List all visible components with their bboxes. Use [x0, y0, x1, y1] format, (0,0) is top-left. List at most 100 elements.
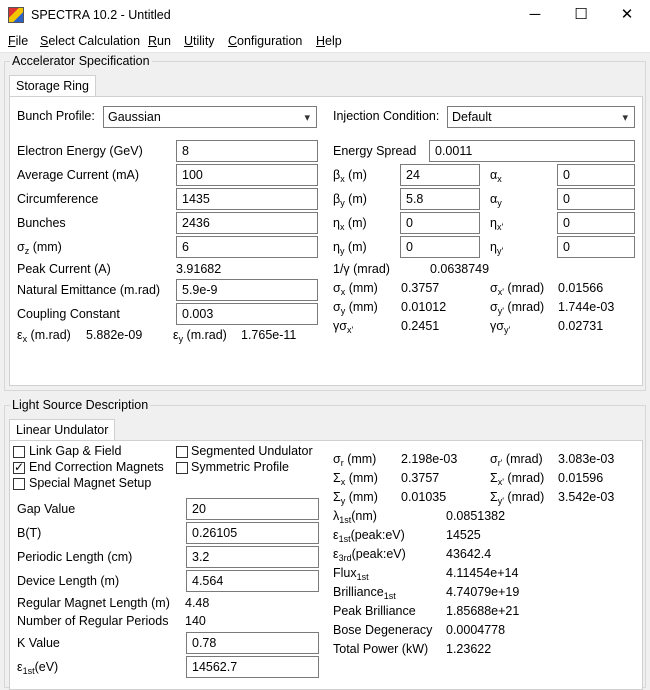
emittance-input[interactable]: 5.9e-9	[176, 279, 318, 301]
regular-periods-value: 140	[185, 614, 206, 628]
k-value-input[interactable]: 0.78	[186, 632, 319, 654]
special-magnet-label: Special Magnet Setup	[29, 476, 152, 490]
e3rd-peak-value: 43642.4	[446, 547, 492, 561]
symmetric-checkbox[interactable]	[176, 462, 188, 474]
gamma-sigma-x-label: γσx'	[333, 319, 354, 335]
link-gap-checkbox[interactable]	[13, 446, 25, 458]
gamma-sigma-x-value: 0.2451	[401, 319, 440, 333]
regular-magnet-label: Regular Magnet Length (m)	[17, 596, 170, 610]
sigma-y-label: σy (mm)	[333, 300, 378, 316]
symmetric-label: Symmetric Profile	[191, 460, 289, 474]
regular-magnet-value: 4.48	[185, 596, 210, 610]
menu-utility[interactable]: Utility	[184, 34, 215, 48]
eta-x-label: ηx (m)	[333, 216, 367, 232]
energy-spread-input[interactable]: 0.0011	[429, 140, 635, 162]
energy-label: Electron Energy (GeV)	[17, 144, 143, 158]
menu-select-calculation[interactable]: Select Calculation	[40, 34, 140, 48]
coupling-label: Coupling Constant	[17, 307, 120, 321]
storage-ring-panel: Bunch Profile: Gaussian ▾ Injection Cond…	[9, 96, 643, 386]
lambda-value: 0.0851382	[446, 509, 506, 523]
flux-value: 4.11454e+14	[446, 566, 519, 580]
lambda-label: λ1st(nm)	[333, 509, 377, 525]
sigma-x-prime-value: 0.01566	[558, 281, 604, 295]
linear-undulator-panel: Link Gap & Field ✓ End Correction Magnet…	[9, 440, 643, 690]
sigma-z-label: σz (mm)	[17, 240, 62, 256]
gamma-sigma-y-label: γσy'	[490, 319, 511, 335]
current-input[interactable]: 100	[176, 164, 318, 186]
segmented-checkbox[interactable]	[176, 446, 188, 458]
checkmark-icon: ✓	[14, 460, 25, 474]
energy-spread-label: Energy Spread	[333, 144, 417, 158]
inv-gamma-value: 0.0638749	[430, 262, 490, 276]
total-power-value: 1.23622	[446, 642, 492, 656]
menu-configuration[interactable]: Configuration	[228, 34, 302, 48]
eta-x-input[interactable]: 0	[400, 212, 480, 234]
device-length-label: Device Length (m)	[17, 574, 120, 588]
eta-y-input[interactable]: 0	[400, 236, 480, 258]
b-field-label: B(T)	[17, 526, 42, 540]
b-field-input[interactable]: 0.26105	[186, 522, 319, 544]
big-sigma-x-label: Σx (mm)	[333, 471, 378, 487]
sigma-r-value: 2.198e-03	[401, 452, 458, 466]
e1st-peak-value: 14525	[446, 528, 481, 542]
brilliance-label: Brilliance1st	[333, 585, 396, 601]
sigma-z-input[interactable]: 6	[176, 236, 318, 258]
eta-x-prime-input[interactable]: 0	[557, 212, 635, 234]
bose-label: Bose Degeneracy	[333, 623, 433, 637]
tab-storage-ring[interactable]: Storage Ring	[9, 75, 96, 97]
maximize-button[interactable]: ☐	[558, 0, 604, 32]
device-length-input[interactable]: 4.564	[186, 570, 319, 592]
beta-y-input[interactable]: 5.8	[400, 188, 480, 210]
window-title: SPECTRA 10.2 - Untitled	[31, 8, 171, 22]
bunch-profile-label: Bunch Profile:	[17, 109, 95, 123]
bose-value: 0.0004778	[446, 623, 506, 637]
menu-run[interactable]: Run	[148, 34, 171, 48]
alpha-y-label: αy	[490, 192, 502, 208]
gap-input[interactable]: 20	[186, 498, 319, 520]
emittance-x-value: 5.882e-09	[86, 328, 143, 342]
injection-select[interactable]: Default ▾	[447, 106, 635, 128]
emittance-label: Natural Emittance (m.rad)	[17, 283, 161, 297]
e1st-label: ε1st(eV)	[17, 660, 59, 676]
coupling-input[interactable]: 0.003	[176, 303, 318, 325]
eta-y-prime-label: ηy'	[490, 240, 504, 256]
sigma-r-label: σr (mm)	[333, 452, 377, 468]
current-label: Average Current (mA)	[17, 168, 140, 182]
e1st-input[interactable]: 14562.7	[186, 656, 319, 678]
emittance-y-label: εy (m.rad)	[173, 328, 227, 344]
special-magnet-checkbox[interactable]	[13, 478, 25, 490]
app-icon	[8, 7, 24, 23]
end-correction-checkbox[interactable]: ✓	[13, 460, 25, 474]
chevron-down-icon: ▾	[304, 112, 310, 124]
injection-label: Injection Condition:	[333, 109, 440, 123]
eta-y-prime-input[interactable]: 0	[557, 236, 635, 258]
bunches-input[interactable]: 2436	[176, 212, 318, 234]
end-correction-label: End Correction Magnets	[29, 460, 164, 474]
eta-y-label: ηy (m)	[333, 240, 367, 256]
peak-brilliance-label: Peak Brilliance	[333, 604, 416, 618]
menu-help[interactable]: Help	[316, 34, 342, 48]
alpha-x-input[interactable]: 0	[557, 164, 635, 186]
beta-x-input[interactable]: 24	[400, 164, 480, 186]
minimize-button[interactable]: ─	[512, 0, 558, 32]
close-button[interactable]: ✕	[604, 0, 650, 32]
menu-bar: File Select Calculation Run Utility Conf…	[0, 32, 650, 53]
big-sigma-y-value: 0.01035	[401, 490, 447, 504]
k-value-label: K Value	[17, 636, 60, 650]
injection-value: Default	[452, 110, 492, 124]
segmented-label: Segmented Undulator	[191, 444, 313, 458]
circumference-input[interactable]: 1435	[176, 188, 318, 210]
period-input[interactable]: 3.2	[186, 546, 319, 568]
tab-linear-undulator[interactable]: Linear Undulator	[9, 419, 116, 441]
big-sigma-x-prime-value: 0.01596	[558, 471, 604, 485]
menu-file[interactable]: File	[8, 34, 28, 48]
circumference-label: Circumference	[17, 192, 99, 206]
accelerator-group-title: Accelerator Specification	[10, 54, 152, 68]
period-label: Periodic Length (cm)	[17, 550, 133, 564]
alpha-y-input[interactable]: 0	[557, 188, 635, 210]
bunch-profile-select[interactable]: Gaussian ▾	[103, 106, 317, 128]
emittance-y-value: 1.765e-11	[241, 328, 297, 342]
energy-input[interactable]: 8	[176, 140, 318, 162]
chevron-down-icon: ▾	[622, 112, 628, 124]
beta-y-label: βy (m)	[333, 192, 367, 208]
